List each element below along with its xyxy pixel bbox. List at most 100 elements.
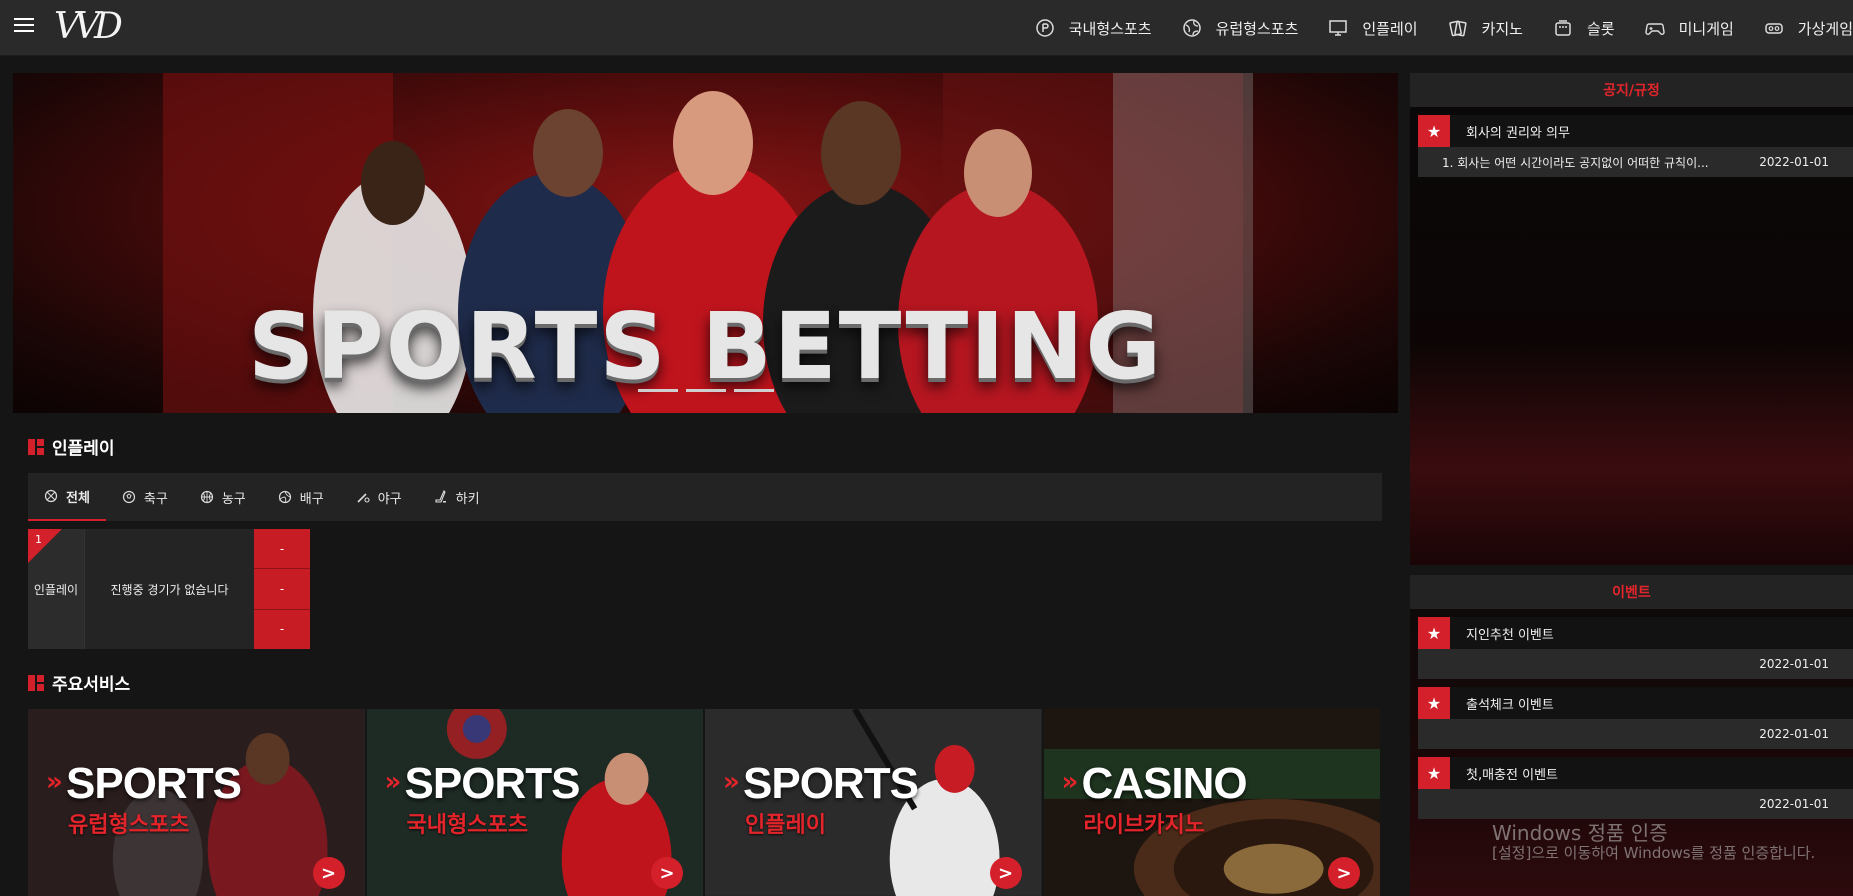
inplay-section-title: 인플레이 <box>28 434 115 459</box>
service-card-european-sports[interactable]: » SPORTS 유럽형스포츠 > <box>28 709 365 896</box>
service-card-inplay[interactable]: » SPORTS 인플레이 > <box>705 709 1042 896</box>
tab-all[interactable]: 전체 <box>28 473 106 521</box>
arrow-right-icon[interactable]: > <box>1328 857 1360 889</box>
odds-column: - - - <box>254 529 310 649</box>
tab-baseball[interactable]: 야구 <box>340 473 418 521</box>
chevron-icon: » <box>46 767 63 797</box>
star-icon: ★ <box>1418 115 1450 147</box>
nav-item-casino[interactable]: 카지노 <box>1448 18 1523 39</box>
notice-item[interactable]: ★ 회사의 권리와 의무 <box>1418 115 1853 147</box>
slide-indicators <box>638 389 782 392</box>
nav-item-minigame[interactable]: 미니게임 <box>1644 18 1734 39</box>
service-card-live-casino[interactable]: » CASINO 라이브카지노 > <box>1043 709 1380 896</box>
nav-item-label: 국내형스포츠 <box>1068 19 1152 38</box>
slide-dot[interactable] <box>686 389 726 392</box>
live-monitor-icon <box>1328 18 1348 38</box>
event-item-date: 2022-01-01 <box>1759 727 1829 741</box>
services-section-title: 주요서비스 <box>28 670 130 695</box>
event-item[interactable]: ★ 첫,매충전 이벤트 <box>1418 757 1853 789</box>
odds-button[interactable]: - <box>254 529 310 570</box>
sport-tabs: 전체 축구 농구 배구 야구 하키 <box>28 473 1382 521</box>
service-ko-label: 라이브카지노 <box>1083 813 1205 838</box>
section-icon <box>28 674 44 691</box>
notice-item-title: 회사의 권리와 의무 <box>1466 125 1570 141</box>
tab-volleyball[interactable]: 배구 <box>262 473 340 521</box>
event-panel-title[interactable]: 이벤트 <box>1410 575 1853 609</box>
event-item-detail[interactable]: 2022-01-01 <box>1418 649 1853 679</box>
service-en-label: SPORTS <box>404 759 581 808</box>
nav-item-european-sports[interactable]: 유럽형스포츠 <box>1182 18 1299 39</box>
nav-item-slot[interactable]: 슬롯 <box>1553 18 1615 39</box>
tab-label: 농구 <box>221 491 246 507</box>
event-item[interactable]: ★ 지인추천 이벤트 <box>1418 617 1853 649</box>
service-en-label: SPORTS <box>66 759 242 808</box>
odds-button[interactable]: - <box>254 569 310 610</box>
nav-item-label: 인플레이 <box>1362 19 1418 38</box>
tab-label: 야구 <box>377 491 402 507</box>
event-item-title: 첫,매충전 이벤트 <box>1466 767 1558 783</box>
service-card-domestic-sports[interactable]: » SPORTS 국내형스포츠 > <box>366 709 703 896</box>
arrow-right-icon[interactable]: > <box>651 857 683 889</box>
event-item-date: 2022-01-01 <box>1759 797 1829 811</box>
section-title-label: 주요서비스 <box>52 675 131 695</box>
nav-item-label: 슬롯 <box>1586 19 1615 38</box>
site-logo[interactable]: VVD <box>54 6 123 47</box>
inplay-game-row: 1 인플레이 진행중 경기가 없습니다 - - - <box>28 529 310 649</box>
chevron-icon: » <box>1061 767 1079 797</box>
tab-hockey[interactable]: 하키 <box>418 473 496 521</box>
arrow-right-icon[interactable]: > <box>989 857 1022 889</box>
baseball-icon <box>356 490 370 504</box>
chevron-icon: » <box>723 767 740 797</box>
vr-headset-icon <box>1764 18 1784 38</box>
nav-item-domestic-sports[interactable]: 국내형스포츠 <box>1035 18 1152 39</box>
tab-label: 축구 <box>143 491 168 507</box>
nav-item-label: 가상게임 <box>1797 19 1853 38</box>
globe-icon <box>1182 18 1202 38</box>
odds-button[interactable]: - <box>254 609 310 649</box>
star-icon: ★ <box>1418 687 1450 719</box>
nav-item-inplay[interactable]: 인플레이 <box>1328 18 1418 39</box>
notice-item-date: 2022-01-01 <box>1759 155 1829 169</box>
nav-item-virtual-game[interactable]: 가상게임 <box>1764 18 1853 39</box>
nav-item-label: 유럽형스포츠 <box>1215 19 1299 38</box>
basketball-icon <box>200 490 214 504</box>
category-label: 인플레이 <box>33 582 79 597</box>
nav-item-label: 카지노 <box>1481 19 1523 38</box>
event-item-detail[interactable]: 2022-01-01 <box>1418 789 1853 819</box>
nav-item-label: 미니게임 <box>1678 19 1734 38</box>
section-icon <box>28 438 44 455</box>
event-item-detail[interactable]: 2022-01-01 <box>1418 719 1853 749</box>
menu-icon[interactable] <box>14 18 34 34</box>
top-navigation-bar: VVD 국내형스포츠 유럽형스포츠 인플레이 카지노 슬롯 미니게임 가상게임 <box>0 0 1853 56</box>
star-icon: ★ <box>1418 757 1450 789</box>
slide-dot[interactable] <box>734 389 774 392</box>
event-item-title: 출석체크 이벤트 <box>1466 697 1554 713</box>
tab-label: 하키 <box>455 491 480 507</box>
slide-dot[interactable] <box>638 389 678 392</box>
hockey-icon <box>434 490 448 504</box>
main-services: » SPORTS 유럽형스포츠 > » SPORTS 국내형스포츠 > » SP… <box>28 709 1382 896</box>
notice-item-detail[interactable]: 1. 회사는 어떤 시간이라도 공지없이 어떠한 규칙이... 2022-01-… <box>1418 147 1853 177</box>
star-icon: ★ <box>1418 617 1450 649</box>
rank-corner <box>28 529 62 563</box>
chevron-icon: » <box>384 767 402 797</box>
inplay-category-cell: 1 인플레이 <box>28 529 84 649</box>
tab-label: 전체 <box>66 490 90 506</box>
notice-panel-title[interactable]: 공지/규정 <box>1410 73 1853 107</box>
section-title-label: 인플레이 <box>52 439 115 459</box>
hero-banner[interactable]: SPORTS BETTING <box>13 73 1398 413</box>
event-item[interactable]: ★ 출석체크 이벤트 <box>1418 687 1853 719</box>
service-en-label: SPORTS <box>743 759 919 808</box>
service-ko-label: 국내형스포츠 <box>406 813 528 838</box>
rank-number: 1 <box>35 533 42 546</box>
slot-machine-icon <box>1553 18 1573 38</box>
tab-basketball[interactable]: 농구 <box>184 473 262 521</box>
service-ko-label: 유럽형스포츠 <box>68 813 190 838</box>
arrow-right-icon[interactable]: > <box>312 857 345 889</box>
service-ko-label: 인플레이 <box>745 813 826 838</box>
tab-soccer[interactable]: 축구 <box>106 473 184 521</box>
tab-label: 배구 <box>299 491 324 507</box>
banner-title: SPORTS BETTING <box>248 293 1163 400</box>
service-en-label: CASINO <box>1081 759 1248 808</box>
notice-panel: 공지/규정 ★ 회사의 권리와 의무 1. 회사는 어떤 시간이라도 공지없이 … <box>1410 73 1853 565</box>
